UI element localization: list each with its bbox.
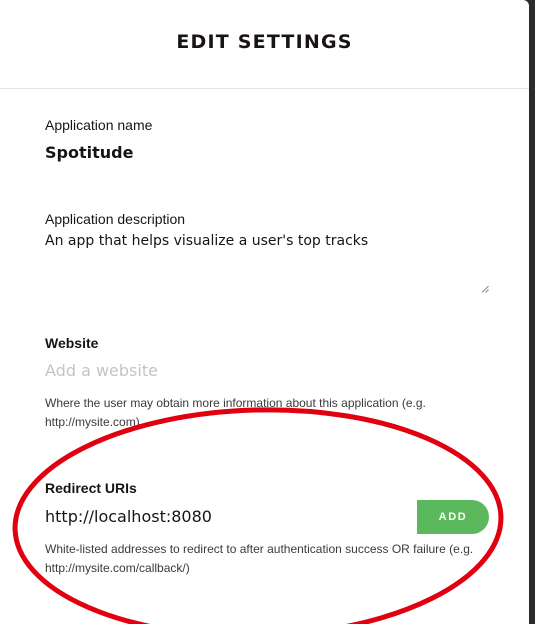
modal-title: EDIT SETTINGS [176,31,353,53]
app-name-input[interactable]: Spotitude [45,143,133,162]
add-redirect-uri-button[interactable]: ADD [417,500,489,534]
redirect-uris-label: Redirect URIs [45,480,137,496]
app-name-label: Application name [45,117,153,133]
textarea-resize-icon[interactable] [481,285,489,293]
modal-header: EDIT SETTINGS [0,0,529,89]
app-description-label: Application description [45,211,186,227]
website-help-text: Where the user may obtain more informati… [45,396,426,429]
website-label: Website [45,335,99,351]
app-description-textarea[interactable]: An app that helps visualize a user's top… [45,233,491,295]
edit-settings-modal: EDIT SETTINGS Application name Spotitude… [0,0,529,624]
redirect-uris-help-text: White-listed addresses to redirect to af… [45,542,474,575]
redirect-uri-input[interactable]: http://localhost:8080 [45,507,212,526]
website-input[interactable]: Add a website [45,361,158,380]
app-description-text: An app that helps visualize a user's top… [45,233,369,249]
